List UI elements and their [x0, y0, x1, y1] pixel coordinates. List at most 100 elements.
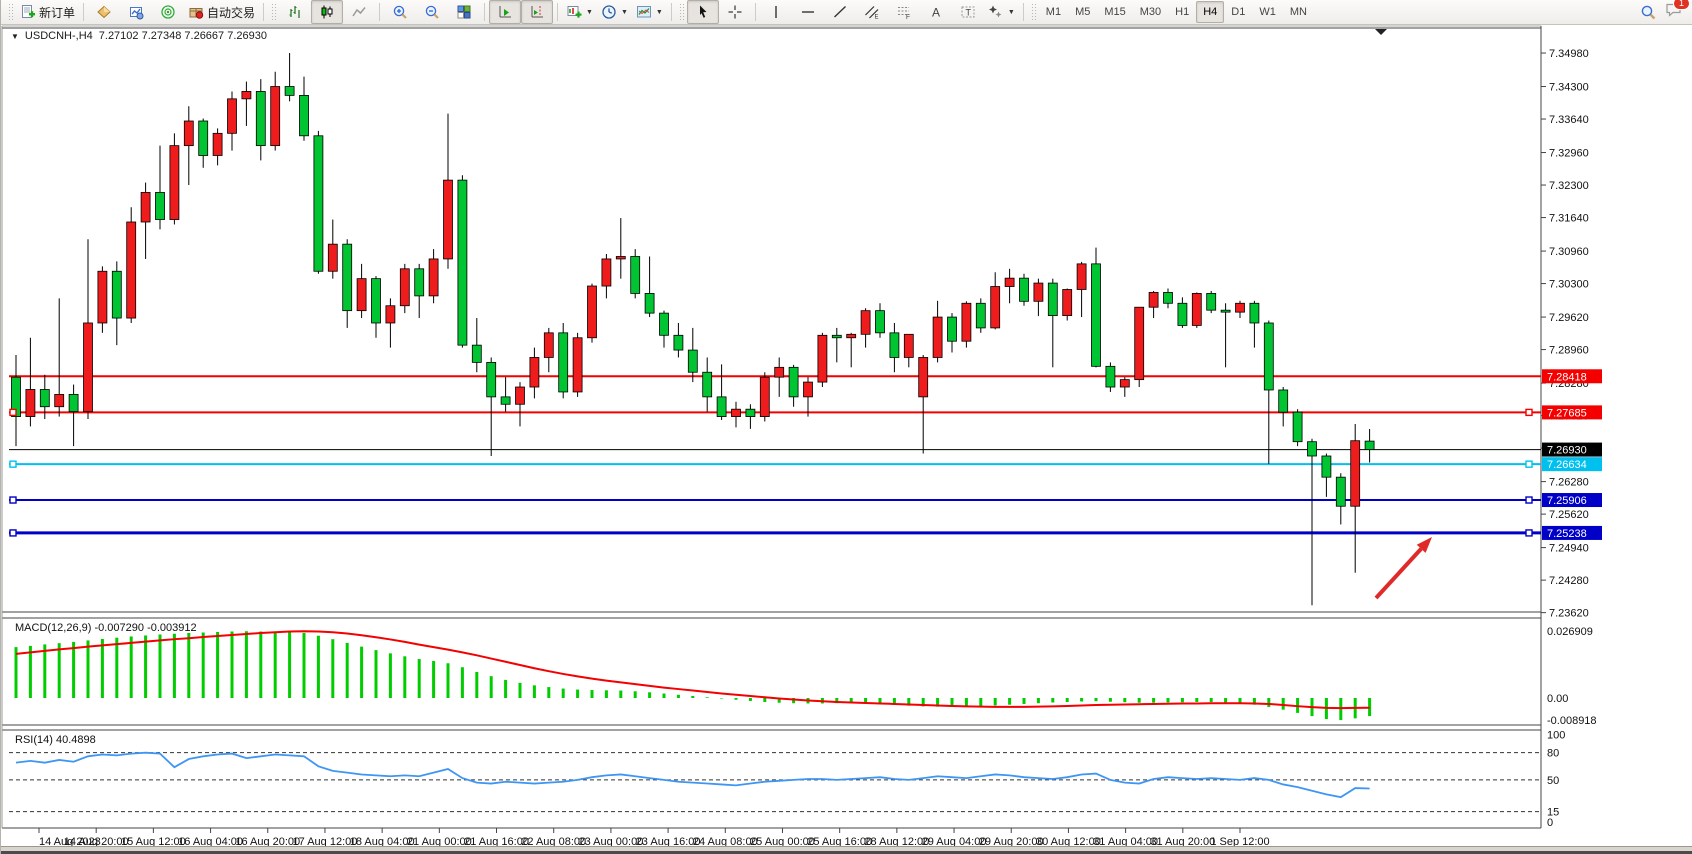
market-watch-button[interactable]: [88, 0, 120, 24]
svg-text:7.29620: 7.29620: [1549, 312, 1589, 324]
trendline-button[interactable]: [824, 0, 856, 24]
new-chart-button[interactable]: ▼: [562, 0, 597, 24]
caret-icon: ▼: [1008, 9, 1015, 16]
arrows-button[interactable]: ▼: [984, 0, 1019, 24]
svg-text:7.26280: 7.26280: [1549, 477, 1589, 489]
tab-timeframe-d1[interactable]: D1: [1224, 1, 1252, 23]
svg-text:31 Aug 04:00: 31 Aug 04:00: [1093, 836, 1158, 846]
navigator-button[interactable]: [152, 0, 184, 24]
trendline-icon: [832, 4, 848, 20]
tab-timeframe-m15[interactable]: M15: [1097, 1, 1132, 23]
svg-text:24 Aug 08:00: 24 Aug 08:00: [693, 836, 758, 846]
svg-text:50: 50: [1547, 775, 1559, 787]
zoom-in-button[interactable]: [384, 0, 416, 24]
arrows-icon: [988, 4, 1004, 20]
crosshair-button[interactable]: [719, 0, 751, 24]
line-chart-button[interactable]: [343, 0, 375, 24]
svg-text:29 Aug 20:00: 29 Aug 20:00: [979, 836, 1044, 846]
text-label-button[interactable]: T: [952, 0, 984, 24]
svg-text:7.26930: 7.26930: [1547, 445, 1587, 457]
candles-layer: [12, 53, 1375, 605]
tab-timeframe-h1[interactable]: H1: [1168, 1, 1196, 23]
data-window-button[interactable]: [120, 0, 152, 24]
chart-shift-button[interactable]: [521, 0, 553, 24]
chart-canvas[interactable]: 7.349807.343007.336407.329607.323007.316…: [1, 25, 1692, 846]
svg-text:14 Aug 20:00: 14 Aug 20:00: [64, 836, 129, 846]
svg-text:7.34980: 7.34980: [1549, 48, 1589, 60]
new-order-label: 新订单: [39, 4, 75, 21]
svg-text:80: 80: [1547, 748, 1559, 760]
mt4-application: 新订单 自动交易: [0, 0, 1692, 854]
tile-windows-button[interactable]: [448, 0, 480, 24]
macd-layer: [16, 631, 1370, 720]
template-icon: [636, 4, 652, 20]
svg-text:0.00: 0.00: [1547, 693, 1568, 705]
zoom-out-button[interactable]: [416, 0, 448, 24]
svg-text:23 Aug 16:00: 23 Aug 16:00: [636, 836, 701, 846]
vertical-line-button[interactable]: [760, 0, 792, 24]
svg-text:21 Aug 16:00: 21 Aug 16:00: [464, 836, 529, 846]
notification-badge: 1: [1673, 0, 1690, 10]
fibonacci-button[interactable]: F: [888, 0, 920, 24]
svg-text:7.27685: 7.27685: [1547, 407, 1587, 419]
svg-text:18 Aug 04:00: 18 Aug 04:00: [350, 836, 415, 846]
autotrading-label: 自动交易: [207, 4, 255, 21]
svg-text:23 Aug 00:00: 23 Aug 00:00: [578, 836, 643, 846]
svg-text:1 Sep 12:00: 1 Sep 12:00: [1210, 836, 1269, 846]
svg-text:7.32960: 7.32960: [1549, 148, 1589, 160]
caret-icon: ▼: [586, 9, 593, 16]
svg-text:28 Aug 12:00: 28 Aug 12:00: [864, 836, 929, 846]
ohlc-values: 7.27102 7.27348 7.26667 7.26930: [99, 30, 267, 42]
cursor-button[interactable]: [687, 0, 719, 24]
tab-timeframe-mn[interactable]: MN: [1283, 1, 1314, 23]
svg-text:16 Aug 20:00: 16 Aug 20:00: [235, 836, 300, 846]
svg-text:100: 100: [1547, 730, 1565, 742]
auto-scroll-button[interactable]: [489, 0, 521, 24]
svg-text:7.30300: 7.30300: [1549, 279, 1589, 291]
notifications-button[interactable]: 1: [1665, 2, 1683, 23]
text-label-icon: T: [960, 4, 976, 20]
svg-text:E: E: [874, 15, 878, 21]
vertical-line-icon: [768, 4, 784, 20]
cursor-icon: [695, 4, 711, 20]
svg-text:7.26634: 7.26634: [1547, 459, 1587, 471]
new-order-button[interactable]: 新订单: [16, 0, 79, 24]
crosshair-icon: [727, 4, 743, 20]
svg-text:21 Aug 00:00: 21 Aug 00:00: [407, 836, 472, 846]
new-order-icon: [20, 4, 36, 20]
tab-timeframe-w1[interactable]: W1: [1252, 1, 1283, 23]
data-window-icon: [128, 4, 144, 20]
templates-button[interactable]: ▼: [632, 0, 667, 24]
svg-text:16 Aug 04:00: 16 Aug 04:00: [178, 836, 243, 846]
chart-shift-marker: [1375, 29, 1387, 35]
status-strip: [1, 846, 1692, 854]
candlestick-chart-button[interactable]: [311, 0, 343, 24]
equidistant-channel-button[interactable]: E: [856, 0, 888, 24]
svg-text:7.25620: 7.25620: [1549, 509, 1589, 521]
zoom-in-icon: [392, 4, 408, 20]
horizontal-line-button[interactable]: [792, 0, 824, 24]
search-icon[interactable]: [1640, 4, 1657, 21]
tab-timeframe-m1[interactable]: M1: [1039, 1, 1068, 23]
text-button[interactable]: A: [920, 0, 952, 24]
bar-chart-button[interactable]: [279, 0, 311, 24]
svg-text:7.25906: 7.25906: [1547, 495, 1587, 507]
horizontal-line-icon: [800, 4, 816, 20]
autotrading-button[interactable]: 自动交易: [184, 0, 259, 24]
tab-timeframe-m30[interactable]: M30: [1133, 1, 1168, 23]
tab-timeframe-h4[interactable]: H4: [1196, 1, 1224, 23]
periods-button[interactable]: ▼: [597, 0, 632, 24]
svg-text:-0.008918: -0.008918: [1547, 715, 1597, 727]
fibonacci-icon: F: [896, 4, 912, 20]
ohlc-readout[interactable]: ▼ USDCNH-,H4 7.27102 7.27348 7.26667 7.2…: [11, 30, 267, 42]
caret-icon: ▼: [656, 9, 663, 16]
toolbar: 新订单 自动交易: [1, 0, 1692, 25]
macd-label: MACD(12,26,9) -0.007290 -0.003912: [15, 622, 197, 634]
caret-icon: ▼: [621, 9, 628, 16]
tab-timeframe-m5[interactable]: M5: [1068, 1, 1097, 23]
navigator-icon: [160, 4, 176, 20]
symbol-period-label: USDCNH-,H4: [25, 30, 93, 42]
svg-text:7.23620: 7.23620: [1549, 608, 1589, 620]
candlestick-chart-icon: [319, 4, 335, 20]
toolbar-grip[interactable]: [8, 3, 13, 21]
